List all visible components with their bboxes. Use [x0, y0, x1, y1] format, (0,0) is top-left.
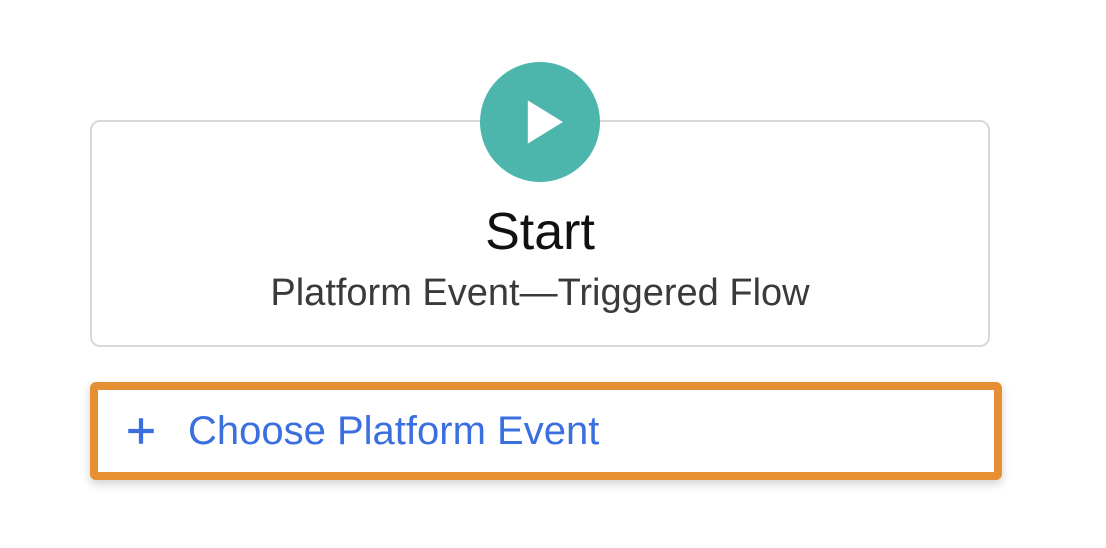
- start-node[interactable]: Start Platform Event—Triggered Flow: [90, 120, 990, 347]
- play-icon: [480, 62, 600, 182]
- plus-icon: [124, 414, 158, 448]
- choose-platform-event-label: Choose Platform Event: [188, 409, 599, 454]
- start-subtitle: Platform Event—Triggered Flow: [92, 272, 988, 315]
- start-title: Start: [92, 202, 988, 262]
- flow-canvas: Start Platform Event—Triggered Flow Choo…: [0, 0, 1106, 548]
- choose-platform-event-button[interactable]: Choose Platform Event: [90, 382, 1002, 480]
